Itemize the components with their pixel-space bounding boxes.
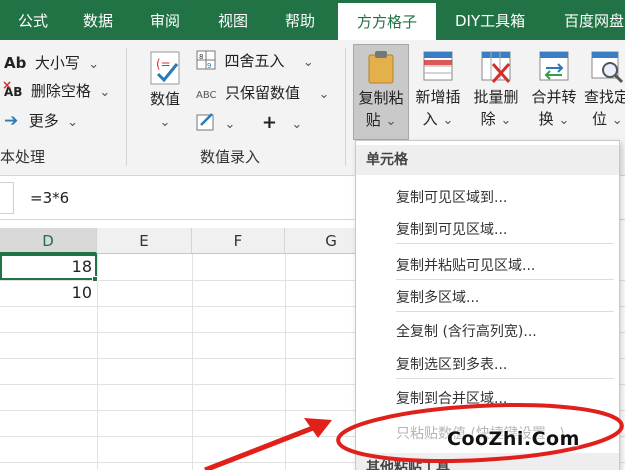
chevron-down-icon: ⌄ [611, 113, 623, 128]
column-header-f[interactable]: F [192, 228, 285, 254]
tab-help[interactable]: 帮助 [285, 0, 315, 40]
menu-separator [396, 279, 614, 280]
copy-paste-dropdown-menu: 单元格 复制可见区域到... 复制到可见区域... 复制并粘贴可见区域... 复… [355, 140, 620, 470]
grid-col-line [285, 254, 286, 470]
round-icon: 8 9 [196, 50, 220, 70]
magnifier-icon [590, 48, 624, 84]
chevron-down-icon[interactable]: ⌄ [224, 117, 235, 132]
chevron-down-icon: ⌄ [159, 115, 171, 130]
more-button[interactable]: ➔ 更多 ⌄ [4, 110, 78, 131]
tab-formulas[interactable]: 公式 [18, 0, 48, 40]
copy-paste-label-2: 贴 [365, 111, 381, 129]
edit-check-icon[interactable] [196, 113, 220, 132]
grid-col-line [192, 254, 193, 470]
menu-item-copy-paste-visible[interactable]: 复制并粘贴可见区域... [396, 255, 535, 275]
chevron-down-icon: ⌄ [500, 113, 512, 128]
merge-convert-icon [537, 48, 571, 82]
menu-item-copy-to-visible[interactable]: 复制到可见区域... [396, 219, 507, 239]
column-header-d[interactable]: D [0, 228, 97, 254]
value-button[interactable]: (= 数值 ⌄ [138, 50, 192, 134]
tab-baidu-netdisk[interactable]: 百度网盘 [564, 0, 624, 40]
plus-icon[interactable]: + [262, 112, 277, 133]
menu-item-copy-to-multiple-sheets[interactable]: 复制选区到多表... [396, 354, 507, 374]
menu-section-header-other-paste: 其他粘贴工具 [356, 453, 619, 470]
remove-space-button[interactable]: × AB 删除空格 ⌄ [2, 78, 111, 101]
new-insert-button[interactable]: 新增插 入 ⌄ [410, 48, 466, 132]
arrow-right-icon: ➔ [4, 111, 19, 131]
tab-fangfang-gezi[interactable]: 方方格子 [338, 3, 436, 40]
menu-separator [396, 243, 614, 244]
merge-convert-label-2: 换 [538, 110, 554, 128]
chevron-down-icon: ⌄ [385, 114, 397, 129]
chevron-down-icon: ⌄ [99, 85, 111, 100]
keep-value-button[interactable]: ABC 只保留数值 ⌄ [196, 82, 329, 103]
chevron-down-icon: ⌄ [67, 115, 79, 130]
remove-space-label: 删除空格 [30, 82, 91, 100]
ribbon-tab-bar: 公式 数据 审阅 视图 帮助 方方格子 DIY工具箱 百度网盘 [0, 0, 625, 40]
svg-text:9: 9 [207, 62, 211, 70]
value-label: 数值 [149, 90, 180, 108]
insert-row-icon [421, 48, 455, 82]
menu-separator [396, 378, 614, 379]
value-icon: (= [148, 50, 182, 85]
grid-col-line [97, 254, 98, 470]
chevron-down-icon: ⌄ [442, 113, 454, 128]
entry-group-label: 数值录入 [200, 148, 261, 166]
ribbon-separator [345, 48, 346, 166]
tab-review[interactable]: 审阅 [150, 0, 180, 40]
new-insert-label-1: 新增插 [415, 88, 461, 106]
copy-paste-button[interactable]: 复制粘 贴 ⌄ [353, 44, 409, 140]
batch-delete-button[interactable]: 批量删 除 ⌄ [468, 48, 524, 132]
chevron-down-icon: ⌄ [318, 87, 330, 102]
more-label: 更多 [28, 112, 59, 130]
menu-separator [396, 311, 614, 312]
column-header-e[interactable]: E [97, 228, 192, 254]
menu-section-header-cells: 单元格 [356, 145, 619, 175]
batch-delete-label-1: 批量删 [473, 88, 519, 106]
watermark-text: CooZhi.Com [447, 428, 580, 450]
round-label: 四舍五入 [224, 52, 285, 70]
chevron-down-icon: ⌄ [558, 113, 570, 128]
clipboard-icon [364, 49, 398, 84]
menu-item-full-copy[interactable]: 全复制 (含行高列宽)... [396, 321, 537, 341]
round-button[interactable]: 8 9 四舍五入 ⌄ [196, 50, 314, 71]
active-cell-border [0, 254, 97, 280]
formula-input[interactable]: =3*6 [30, 189, 69, 207]
edit-tools-row: ⌄ + ⌄ [196, 112, 302, 133]
tab-view[interactable]: 视图 [218, 0, 248, 40]
abc-icon: ABC [196, 90, 217, 101]
find-locate-label-2: 位 [592, 110, 608, 128]
batch-delete-label-2: 除 [480, 110, 496, 128]
name-box[interactable] [0, 182, 14, 214]
svg-text:8: 8 [199, 53, 203, 61]
ribbon-separator [126, 48, 127, 166]
ab-case-icon: Ab [4, 54, 27, 72]
menu-item-copy-to-merged[interactable]: 复制到合并区域... [396, 388, 507, 408]
delete-grid-icon [479, 48, 513, 83]
chevron-down-icon: ⌄ [88, 57, 100, 72]
tab-diy-toolbox[interactable]: DIY工具箱 [455, 0, 525, 40]
chevron-down-icon: ⌄ [302, 55, 314, 70]
merge-convert-button[interactable]: 合并转 换 ⌄ [526, 48, 582, 132]
merge-convert-label-1: 合并转 [531, 88, 577, 106]
chevron-down-icon[interactable]: ⌄ [291, 117, 302, 132]
keep-value-label: 只保留数值 [224, 84, 300, 102]
svg-text:(=: (= [156, 57, 171, 71]
text-group-label: 本处理 [0, 148, 46, 166]
case-label: 大小写 [34, 54, 80, 72]
find-locate-button[interactable]: 查找定 位 ⌄ [584, 48, 625, 132]
menu-item-copy-visible-to[interactable]: 复制可见区域到... [396, 187, 507, 207]
remove-space-icon: × AB [2, 78, 23, 99]
menu-item-copy-multi-range[interactable]: 复制多区域... [396, 287, 479, 307]
tab-data[interactable]: 数据 [83, 0, 113, 40]
copy-paste-label-1: 复制粘 [358, 89, 404, 107]
case-button[interactable]: Ab 大小写 ⌄ [4, 52, 99, 73]
new-insert-label-2: 入 [422, 110, 438, 128]
fill-handle[interactable] [92, 276, 98, 282]
find-locate-label-1: 查找定 [584, 88, 625, 106]
cell-d2[interactable]: 10 [0, 283, 92, 302]
